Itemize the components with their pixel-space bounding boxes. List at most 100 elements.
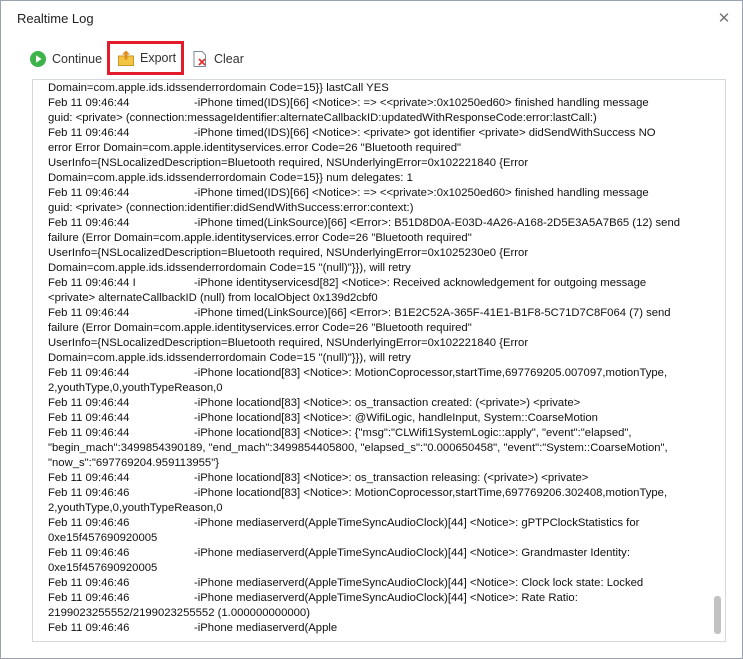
log-line: failure (Error Domain=com.apple.identity…	[48, 321, 703, 336]
clear-button[interactable]: Clear	[191, 45, 244, 73]
log-line: Feb 11 09:46:44 -iPhone timed(IDS)[66] <N…	[48, 96, 703, 111]
log-message: -iPhone mediaserverd(AppleTimeSyncAudioC…	[194, 547, 630, 559]
export-label: Export	[140, 51, 177, 65]
log-message: Domain=com.apple.ids.idssenderrordomain …	[48, 82, 389, 94]
log-message: -iPhone timed(IDS)[66] <Notice>: <privat…	[194, 127, 656, 139]
log-line: 2,youthType,0,youthTypeReason,0	[48, 501, 703, 516]
log-line: UserInfo={NSLocalizedDescription=Bluetoo…	[48, 156, 703, 171]
play-circle-icon	[29, 50, 47, 68]
toolbar: Continue Export Clear	[21, 41, 722, 79]
log-line: Feb 11 09:46:44 -iPhone timed(IDS)[66] <N…	[48, 186, 703, 201]
log-message: failure (Error Domain=com.apple.identity…	[48, 322, 472, 334]
log-message: UserInfo={NSLocalizedDescription=Bluetoo…	[48, 337, 529, 349]
log-message: Domain=com.apple.ids.idssenderrordomain …	[48, 172, 413, 184]
log-line: Feb 11 09:46:44 -iPhone timed(IDS)[66] <N…	[48, 126, 703, 141]
log-line: Feb 11 09:46:44 -iPhone locationd[83] <No…	[48, 366, 703, 381]
log-timestamp: Feb 11 09:46:44	[48, 127, 130, 139]
log-line: UserInfo={NSLocalizedDescription=Bluetoo…	[48, 246, 703, 261]
log-timestamp: Feb 11 09:46:46	[48, 487, 130, 499]
log-line: "now_s":"697769204.959113955"}	[48, 456, 703, 471]
log-message: -iPhone locationd[83] <Notice>: MotionCo…	[194, 367, 668, 379]
vertical-scrollbar[interactable]	[713, 82, 722, 638]
log-message: 0xe15f457690920005	[48, 562, 158, 574]
window-title: Realtime Log	[17, 11, 94, 26]
log-line: Feb 11 09:46:44 -iPhone timed(LinkSource)…	[48, 306, 703, 321]
log-line: 2199023255552/2199023255552 (1.000000000…	[48, 606, 703, 621]
log-line: <private> alternateCallbackID (null) fro…	[48, 291, 703, 306]
log-line: Feb 11 09:46:44 I -iPhone identityservice…	[48, 276, 703, 291]
log-timestamp: Feb 11 09:46:44	[48, 427, 130, 439]
log-line: 0xe15f457690920005	[48, 531, 703, 546]
log-line: failure (Error Domain=com.apple.identity…	[48, 231, 703, 246]
log-line: Feb 11 09:46:44 -iPhone locationd[83] <No…	[48, 471, 703, 486]
log-line: guid: <private> (connection:messageIdent…	[48, 111, 703, 126]
log-line: Feb 11 09:46:44 -iPhone timed(LinkSource)…	[48, 216, 703, 231]
log-timestamp: Feb 11 09:46:46	[48, 592, 130, 604]
clear-label: Clear	[214, 52, 244, 66]
log-line: Domain=com.apple.ids.idssenderrordomain …	[48, 351, 703, 366]
log-message: 2199023255552/2199023255552 (1.000000000…	[48, 607, 310, 619]
log-message: 0xe15f457690920005	[48, 532, 158, 544]
log-message: -iPhone timed(LinkSource)[66] <Error>: B…	[194, 307, 671, 319]
continue-button[interactable]: Continue	[29, 45, 102, 73]
close-icon[interactable]: ✕	[712, 7, 736, 31]
log-message: -iPhone mediaserverd(AppleTimeSyncAudioC…	[194, 592, 578, 604]
log-line: guid: <private> (connection:identifier:d…	[48, 201, 703, 216]
log-line: 0xe15f457690920005	[48, 561, 703, 576]
log-message: error Error Domain=com.apple.identityser…	[48, 142, 462, 154]
log-line: Feb 11 09:46:46 -iPhone mediaserverd(Appl…	[48, 546, 703, 561]
log-message: -iPhone locationd[83] <Notice>: os_trans…	[194, 397, 581, 409]
log-line: Feb 11 09:46:44 -iPhone locationd[83] <No…	[48, 426, 703, 441]
log-line: "begin_mach":3499854390189, "end_mach":3…	[48, 441, 703, 456]
log-timestamp: Feb 11 09:46:44	[48, 307, 130, 319]
log-message: -iPhone timed(IDS)[66] <Notice>: => <<pr…	[194, 97, 649, 109]
log-line: Feb 11 09:46:46 -iPhone mediaserverd(Appl…	[48, 591, 703, 606]
log-line: Domain=com.apple.ids.idssenderrordomain …	[48, 171, 703, 186]
log-line: Feb 11 09:46:44 -iPhone locationd[83] <No…	[48, 396, 703, 411]
continue-label: Continue	[52, 52, 103, 66]
log-line: error Error Domain=com.apple.identityser…	[48, 141, 703, 156]
log-message: failure (Error Domain=com.apple.identity…	[48, 232, 472, 244]
log-message: guid: <private> (connection:identifier:d…	[48, 202, 414, 214]
log-message: -iPhone identityservicesd[82] <Notice>: …	[194, 277, 647, 289]
log-timestamp: Feb 11 09:46:44	[48, 187, 130, 199]
log-timestamp: Feb 11 09:46:44	[48, 367, 130, 379]
log-line: 2,youthType,0,youthTypeReason,0	[48, 381, 703, 396]
log-message: "now_s":"697769204.959113955"}	[48, 457, 219, 469]
log-message: UserInfo={NSLocalizedDescription=Bluetoo…	[48, 247, 529, 259]
export-button[interactable]: Export	[107, 41, 184, 75]
clear-document-icon	[191, 50, 209, 68]
export-box-icon	[117, 49, 135, 67]
log-message: -iPhone mediaserverd(AppleTimeSyncAudioC…	[194, 517, 640, 529]
log-line: Domain=com.apple.ids.idssenderrordomain …	[48, 81, 703, 96]
log-timestamp: Feb 11 09:46:44	[48, 97, 130, 109]
log-timestamp: Feb 11 09:46:44 I	[48, 277, 136, 289]
log-line: Feb 11 09:46:46 -iPhone locationd[83] <No…	[48, 486, 703, 501]
log-line: Feb 11 09:46:46 -iPhone mediaserverd(Appl…	[48, 576, 703, 591]
log-message: 2,youthType,0,youthTypeReason,0	[48, 382, 223, 394]
log-message: -iPhone locationd[83] <Notice>: MotionCo…	[194, 487, 668, 499]
log-message: UserInfo={NSLocalizedDescription=Bluetoo…	[48, 157, 529, 169]
log-message: Domain=com.apple.ids.idssenderrordomain …	[48, 262, 411, 274]
log-message: -iPhone mediaserverd(AppleTimeSyncAudioC…	[194, 577, 644, 589]
log-message: -iPhone mediaserverd(Apple	[194, 622, 338, 634]
log-message: guid: <private> (connection:messageIdent…	[48, 112, 597, 124]
log-message: -iPhone timed(LinkSource)[66] <Error>: B…	[194, 217, 681, 229]
log-timestamp: Feb 11 09:46:46	[48, 547, 130, 559]
log-message: 2,youthType,0,youthTypeReason,0	[48, 502, 223, 514]
log-line: Feb 11 09:46:46 -iPhone mediaserverd(Appl…	[48, 621, 703, 636]
scrollbar-thumb[interactable]	[714, 596, 721, 634]
log-message: -iPhone timed(IDS)[66] <Notice>: => <<pr…	[194, 187, 649, 199]
log-timestamp: Feb 11 09:46:46	[48, 577, 130, 589]
log-message: Domain=com.apple.ids.idssenderrordomain …	[48, 352, 411, 364]
log-timestamp: Feb 11 09:46:44	[48, 472, 130, 484]
log-panel[interactable]: Domain=com.apple.ids.idssenderrordomain …	[32, 79, 726, 642]
log-text: Domain=com.apple.ids.idssenderrordomain …	[48, 81, 703, 636]
log-line: Feb 11 09:46:44 -iPhone locationd[83] <No…	[48, 411, 703, 426]
log-timestamp: Feb 11 09:46:44	[48, 397, 130, 409]
log-line: Domain=com.apple.ids.idssenderrordomain …	[48, 261, 703, 276]
log-message: <private> alternateCallbackID (null) fro…	[48, 292, 378, 304]
log-line: UserInfo={NSLocalizedDescription=Bluetoo…	[48, 336, 703, 351]
log-message: -iPhone locationd[83] <Notice>: os_trans…	[194, 472, 589, 484]
title-bar: Realtime Log ✕	[1, 1, 742, 37]
